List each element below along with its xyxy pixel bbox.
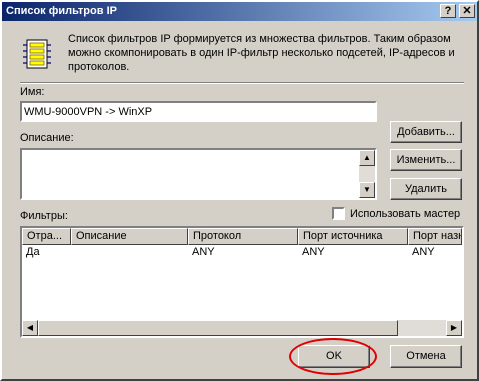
use-wizard-label[interactable]: Использовать мастер — [350, 208, 463, 220]
edit-button[interactable]: Изменить... — [390, 149, 462, 171]
cancel-button[interactable]: Отмена — [390, 345, 462, 368]
arrow-left-icon[interactable]: ◀ — [22, 320, 38, 336]
ip-filter-list-dialog: Список фильтров IP ? ✕ Список фильтров I… — [0, 0, 479, 381]
column-header-mirrored[interactable]: Отра... — [22, 228, 71, 245]
delete-button[interactable]: Удалить — [390, 178, 462, 200]
column-header-dest-port[interactable]: Порт назн — [408, 228, 462, 245]
ok-button[interactable]: OK — [298, 345, 370, 368]
name-input-value: WMU-9000VPN -> WinXP — [24, 106, 153, 118]
dialog-description: Список фильтров IP формируется из множес… — [68, 33, 455, 73]
filters-horizontal-scrollbar[interactable]: ◀ ▶ — [22, 320, 462, 336]
description-textarea[interactable]: ▲ ▼ — [20, 148, 377, 200]
description-scrollbar[interactable]: ▲ ▼ — [359, 150, 375, 198]
name-input[interactable]: WMU-9000VPN -> WinXP — [20, 101, 377, 122]
arrow-down-icon[interactable]: ▼ — [359, 182, 375, 198]
cell-source-port: ANY — [302, 246, 325, 258]
arrow-up-icon[interactable]: ▲ — [359, 150, 375, 166]
description-label: Описание: — [20, 132, 74, 144]
cell-protocol: ANY — [192, 246, 215, 258]
close-button[interactable]: ✕ — [459, 4, 475, 18]
separator — [20, 82, 464, 84]
filters-label: Фильтры: — [20, 210, 68, 222]
add-button[interactable]: Добавить... — [390, 121, 462, 143]
column-header-source-port[interactable]: Порт источника — [298, 228, 408, 245]
name-label: Имя: — [20, 86, 45, 98]
scrollbar-thumb[interactable] — [38, 320, 398, 336]
cell-mirrored: Да — [26, 246, 40, 258]
filters-list[interactable]: Отра... Описание Протокол Порт источника… — [20, 226, 464, 338]
column-header-description[interactable]: Описание — [71, 228, 188, 245]
ip-filter-list-icon — [23, 39, 51, 69]
table-row[interactable]: Да ANY ANY ANY — [22, 245, 462, 260]
help-button[interactable]: ? — [440, 4, 456, 18]
cell-dest-port: ANY — [412, 246, 435, 258]
column-header-protocol[interactable]: Протокол — [188, 228, 298, 245]
use-wizard-checkbox[interactable] — [332, 207, 345, 220]
window-title: Список фильтров IP — [6, 5, 117, 17]
title-bar[interactable]: Список фильтров IP ? ✕ — [2, 2, 477, 21]
arrow-right-icon[interactable]: ▶ — [446, 320, 462, 336]
